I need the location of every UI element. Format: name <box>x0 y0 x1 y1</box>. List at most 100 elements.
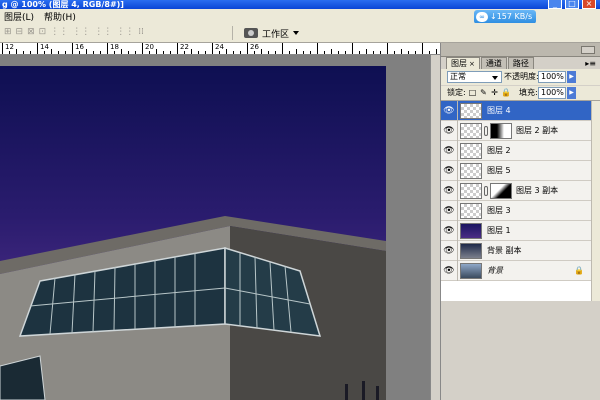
ruler-minor-tick <box>240 51 241 54</box>
layer-row[interactable]: 👁 图层 2 <box>441 141 600 161</box>
ruler-minor-tick <box>58 51 59 54</box>
lock-all-icon[interactable]: 🔒 <box>501 88 511 97</box>
ruler-minor-tick <box>254 51 255 54</box>
lock-transparent-icon[interactable]: □ <box>468 88 477 97</box>
ruler-minor-tick <box>191 49 192 54</box>
lock-paint-icon[interactable]: ✎ <box>479 88 488 97</box>
camera-icon <box>244 28 258 38</box>
layer-divider <box>457 121 458 141</box>
layer-divider <box>457 261 458 281</box>
align-left-icon[interactable]: ⊡ <box>39 27 47 37</box>
layer-divider <box>457 141 458 161</box>
layer-mask-thumbnail[interactable] <box>490 183 512 199</box>
layer-divider <box>457 201 458 221</box>
layer-thumbnail[interactable] <box>460 123 482 139</box>
fill-label: 填充: <box>519 88 538 97</box>
layer-name: 图层 1 <box>487 226 511 235</box>
opacity-field[interactable]: 100% <box>538 71 566 83</box>
minimize-button[interactable]: _ <box>548 0 562 9</box>
layer-thumbnail[interactable] <box>460 183 482 199</box>
ruler-minor-tick <box>30 51 31 54</box>
eye-icon[interactable]: 👁 <box>443 225 455 237</box>
ruler-minor-tick <box>380 51 381 54</box>
menu-item-help[interactable]: 帮助(H) <box>44 10 76 23</box>
eye-icon[interactable]: 👁 <box>443 145 455 157</box>
eye-icon[interactable]: 👁 <box>443 265 455 277</box>
ruler-minor-tick <box>44 51 45 54</box>
ruler-minor-tick <box>436 49 437 54</box>
lock-position-icon[interactable]: ✛ <box>490 88 499 97</box>
layer-thumbnail[interactable] <box>460 163 482 179</box>
eye-icon[interactable]: 👁 <box>443 125 455 137</box>
window-title-bar: g @ 100% (图层 4, RGB/8#)] <box>0 0 600 9</box>
ruler-label: 20 <box>145 43 154 51</box>
distribute-middle-icon[interactable]: ⋮⋮ <box>72 27 90 37</box>
eye-icon[interactable]: 👁 <box>443 205 455 217</box>
distribute-bottom-icon[interactable]: ⋮⋮ <box>94 27 112 37</box>
ruler-minor-tick <box>65 51 66 54</box>
ruler-minor-tick <box>338 51 339 54</box>
layer-row[interactable]: 👁 背景 副本 <box>441 241 600 261</box>
layer-thumbnail[interactable] <box>460 243 482 259</box>
ruler-minor-tick <box>184 51 185 54</box>
workspace-button[interactable]: 工作区 <box>244 25 300 41</box>
maximize-button[interactable]: □ <box>565 0 579 9</box>
layer-name: 图层 5 <box>487 166 511 175</box>
layer-row[interactable]: 👁 图层 1 <box>441 221 600 241</box>
link-icon[interactable] <box>484 186 488 196</box>
auto-align-icon[interactable]: ⁞⁞ <box>138 27 144 37</box>
layer-row[interactable]: 👁 图层 3 <box>441 201 600 221</box>
fill-arrow-icon[interactable]: ▶ <box>567 87 576 99</box>
eye-icon[interactable]: 👁 <box>443 185 455 197</box>
layer-row[interactable]: 👁 图层 4 <box>441 101 600 121</box>
blend-mode-select[interactable]: 正常 <box>447 71 502 83</box>
ruler-label: 14 <box>40 43 49 51</box>
layer-divider <box>457 161 458 181</box>
opacity-arrow-icon[interactable]: ▶ <box>567 71 576 83</box>
ruler-label: 16 <box>75 43 84 51</box>
panel-collapse-icon[interactable] <box>581 46 595 54</box>
align-top-icon[interactable]: ⊞ <box>4 27 12 37</box>
layer-row[interactable]: 👁 图层 3 副本 <box>441 181 600 201</box>
horizontal-ruler[interactable]: 12 14 16 18 20 22 24 26 <box>0 43 440 55</box>
image-canvas[interactable] <box>0 66 386 400</box>
tab-layers[interactable]: 图层 × <box>446 57 480 69</box>
eye-icon[interactable]: 👁 <box>443 165 455 177</box>
panel-title-strip <box>441 43 600 57</box>
layer-divider <box>457 181 458 201</box>
layers-scrollbar[interactable] <box>591 101 600 301</box>
layer-thumbnail[interactable] <box>460 263 482 279</box>
layer-row[interactable]: 👁 图层 5 <box>441 161 600 181</box>
layer-row[interactable]: 👁 图层 2 副本 <box>441 121 600 141</box>
align-middle-icon[interactable]: ⊟ <box>16 27 24 37</box>
network-speed-text: ↓157 KB/s <box>490 12 533 21</box>
network-speed-widget[interactable]: ∞ ↓157 KB/s <box>474 10 536 24</box>
layer-thumbnail[interactable] <box>460 223 482 239</box>
tab-close-icon[interactable]: × <box>469 60 475 68</box>
tab-channels[interactable]: 通道 <box>480 57 507 69</box>
eye-icon[interactable]: 👁 <box>443 105 455 117</box>
fill-field[interactable]: 100% <box>538 87 566 99</box>
layer-mask-thumbnail[interactable] <box>490 123 512 139</box>
ruler-label: 26 <box>250 43 259 51</box>
document-vertical-scrollbar[interactable] <box>430 55 440 400</box>
layers-panel: 图层 × 通道 路径 ▸≡ 正常 不透明度: 100% ▶ 锁定: □ ✎ ✛ 🔒… <box>440 43 600 400</box>
align-bottom-icon[interactable]: ⊠ <box>27 27 35 37</box>
ruler-label: 18 <box>110 43 119 51</box>
panel-menu-icon[interactable]: ▸≡ <box>585 59 596 68</box>
eye-icon[interactable]: 👁 <box>443 245 455 257</box>
tab-paths[interactable]: 路径 <box>507 57 534 69</box>
lock-icon: 🔒 <box>574 266 584 275</box>
layer-thumbnail[interactable] <box>460 143 482 159</box>
layer-thumbnail[interactable] <box>460 103 482 119</box>
ruler-minor-tick <box>303 51 304 54</box>
ruler-minor-tick <box>345 51 346 54</box>
layer-thumbnail[interactable] <box>460 203 482 219</box>
window-title: g @ 100% (图层 4, RGB/8#)] <box>2 0 124 9</box>
layer-row[interactable]: 👁 背景 🔒 <box>441 261 600 281</box>
close-button[interactable]: × <box>582 0 596 9</box>
distribute-left-icon[interactable]: ⋮⋮ <box>116 27 134 37</box>
menu-item-layer[interactable]: 图层(L) <box>4 10 34 23</box>
distribute-top-icon[interactable]: ⋮⋮ <box>50 27 68 37</box>
link-icon[interactable] <box>484 126 488 136</box>
